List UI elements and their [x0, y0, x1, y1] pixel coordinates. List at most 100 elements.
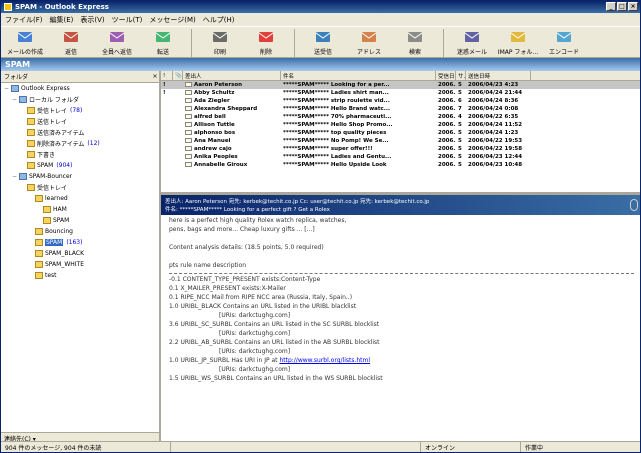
column-header[interactable]: 受信日	[436, 71, 456, 80]
surbl-link[interactable]: http://www.surbl.org/lists.html	[279, 357, 370, 364]
window-title: SPAM - Outlook Express	[15, 3, 109, 11]
folder-label: SPAM	[37, 162, 54, 169]
message-row[interactable]: alphonso bos *****SPAM***** top quality p…	[161, 129, 640, 137]
message-row[interactable]: Annabelle Giroux *****SPAM***** Hello Ups…	[161, 161, 640, 169]
message-received: 2006...	[438, 114, 456, 120]
folder-item[interactable]: Bouncing	[1, 226, 159, 237]
folder-item[interactable]: 下書き	[1, 149, 159, 160]
column-header[interactable]: 送信日時	[466, 71, 531, 80]
reply-all-button[interactable]: 全員へ返信	[97, 29, 137, 56]
folder-item[interactable]: SPAM_WHITE	[1, 259, 159, 270]
imap-folder-icon	[509, 29, 527, 45]
message-size: 5	[458, 82, 462, 88]
message-date: 2006/04/24 11:52	[468, 122, 523, 128]
menu-item-4[interactable]: メッセージ(M)	[149, 15, 195, 25]
message-from: Abby Schultz	[183, 90, 281, 96]
maximize-button[interactable]: □	[617, 2, 627, 11]
menu-item-0[interactable]: ファイル(F)	[5, 15, 43, 25]
message-from-text: Aaron Peterson	[194, 82, 243, 88]
folder-item[interactable]: SPAM (163)	[1, 237, 159, 248]
preview-line: 0.1 X_MAILER_PRESENT exists:X-Mailer	[169, 285, 286, 292]
print-button[interactable]: 印刷	[200, 29, 240, 56]
column-header[interactable]: サ...	[456, 71, 466, 80]
message-row[interactable]: ! Aaron Peterson *****SPAM***** Looking fo…	[161, 81, 640, 89]
junk-button[interactable]: 迷惑メール	[452, 29, 492, 56]
message-subject: *****SPAM***** strip roulette vid...	[283, 98, 390, 104]
folder-icon	[27, 107, 35, 114]
message-row[interactable]: Anika Peoples *****SPAM***** Ladies and G…	[161, 153, 640, 161]
folder-item[interactable]: 受信トレイ (78)	[1, 105, 159, 116]
menu-item-1[interactable]: 編集(E)	[50, 15, 74, 25]
menu-item-5[interactable]: ヘルプ(H)	[203, 15, 235, 25]
column-header[interactable]: 件名	[281, 71, 436, 80]
folder-item[interactable]: SPAM_BLACK	[1, 248, 159, 259]
imap-folder-button[interactable]: IMAP フォル...	[498, 29, 538, 56]
folder-item[interactable]: 削除済みアイテム (12)	[1, 138, 159, 149]
attachment-clip-icon[interactable]	[630, 199, 638, 211]
folder-item[interactable]: 送信トレイ	[1, 116, 159, 127]
message-date: 2006/04/24 8:36	[468, 98, 519, 104]
folder-item[interactable]: − Outlook Express	[1, 83, 159, 94]
send-receive-button[interactable]: 送受信	[303, 29, 343, 56]
delete-button[interactable]: 削除	[246, 29, 286, 56]
column-header[interactable]: !	[161, 71, 173, 80]
menu-item-2[interactable]: 表示(V)	[80, 15, 104, 25]
expand-toggle-icon[interactable]: −	[12, 173, 18, 180]
message-row[interactable]: andrew cajo *****SPAM***** super offer!!!…	[161, 145, 640, 153]
folder-item[interactable]: test	[1, 270, 159, 281]
message-subject: *****SPAM***** Hello Brand watc...	[283, 106, 391, 112]
app-icon	[4, 3, 12, 11]
folder-item[interactable]: SPAM (904)	[1, 160, 159, 171]
message-from: Annabelle Giroux	[183, 162, 281, 168]
encode-button[interactable]: エンコード	[544, 29, 584, 56]
forward-button[interactable]: 転送	[143, 29, 183, 56]
column-header[interactable]: 📎	[173, 71, 183, 80]
folder-label: Bouncing	[45, 228, 73, 235]
title-bar[interactable]: SPAM - Outlook Express _ □ ×	[1, 1, 640, 13]
folder-item[interactable]: 受信トレイ	[1, 182, 159, 193]
message-row[interactable]: Ana Manuel *****SPAM***** No Pomp! We Se.…	[161, 137, 640, 145]
message-row[interactable]: ! Abby Schultz *****SPAM***** Ladies shirt…	[161, 89, 640, 97]
forward-icon	[154, 29, 172, 45]
preview-line	[169, 235, 634, 244]
message-from-text: Alexandra Sheppard	[194, 106, 258, 112]
folder-pane-close-icon[interactable]: ×	[151, 73, 159, 80]
reply-button[interactable]: 返信	[51, 29, 91, 56]
status-cell	[171, 442, 421, 452]
priority-flag: !	[163, 90, 166, 96]
message-row[interactable]: Ada Ziegler *****SPAM***** strip roulette…	[161, 97, 640, 105]
envelope-icon	[185, 98, 192, 103]
message-date: 2006/04/22 19:58	[468, 146, 523, 152]
folder-item[interactable]: − ローカル フォルダ	[1, 94, 159, 105]
menu-item-3[interactable]: ツール(T)	[112, 15, 143, 25]
close-button[interactable]: ×	[628, 2, 638, 11]
message-size: 7	[458, 106, 462, 112]
preview-line: [URIs: darkctughg.com]	[219, 312, 291, 319]
encode-icon	[555, 29, 573, 45]
expand-toggle-icon[interactable]: −	[4, 85, 10, 92]
folder-item[interactable]: HAM	[1, 204, 159, 215]
address-button[interactable]: アドレス	[349, 29, 389, 56]
folder-item[interactable]: SPAM	[1, 215, 159, 226]
delete-icon	[257, 29, 275, 45]
message-row[interactable]: Alexandra Sheppard *****SPAM***** Hello B…	[161, 105, 640, 113]
message-from-text: Allison Tuttle	[194, 122, 235, 128]
send-receive-icon	[314, 29, 332, 45]
toolbar-label: 印刷	[213, 49, 226, 56]
folder-item[interactable]: learned	[1, 193, 159, 204]
folder-item[interactable]: − SPAM-Bouncer	[1, 171, 159, 182]
new-mail-button[interactable]: メールの作成	[5, 29, 45, 56]
folder-icon	[43, 206, 51, 213]
find-button[interactable]: 検索	[395, 29, 435, 56]
preview-line: here is a perfect high quality Rolex wat…	[169, 217, 347, 224]
minimize-button[interactable]: _	[606, 2, 616, 11]
folder-label: test	[45, 272, 57, 279]
column-header[interactable]: 差出人	[183, 71, 281, 80]
folder-item[interactable]: 送信済みアイテム	[1, 127, 159, 138]
message-row[interactable]: alfred bell *****SPAM***** 70% pharmaceut…	[161, 113, 640, 121]
message-from-text: alphonso bos	[194, 130, 236, 136]
message-row[interactable]: Allison Tuttle *****SPAM***** Hello Shop …	[161, 121, 640, 129]
expand-toggle-icon[interactable]: −	[12, 96, 18, 103]
print-icon	[211, 29, 229, 45]
message-from: Aaron Peterson	[183, 82, 281, 88]
